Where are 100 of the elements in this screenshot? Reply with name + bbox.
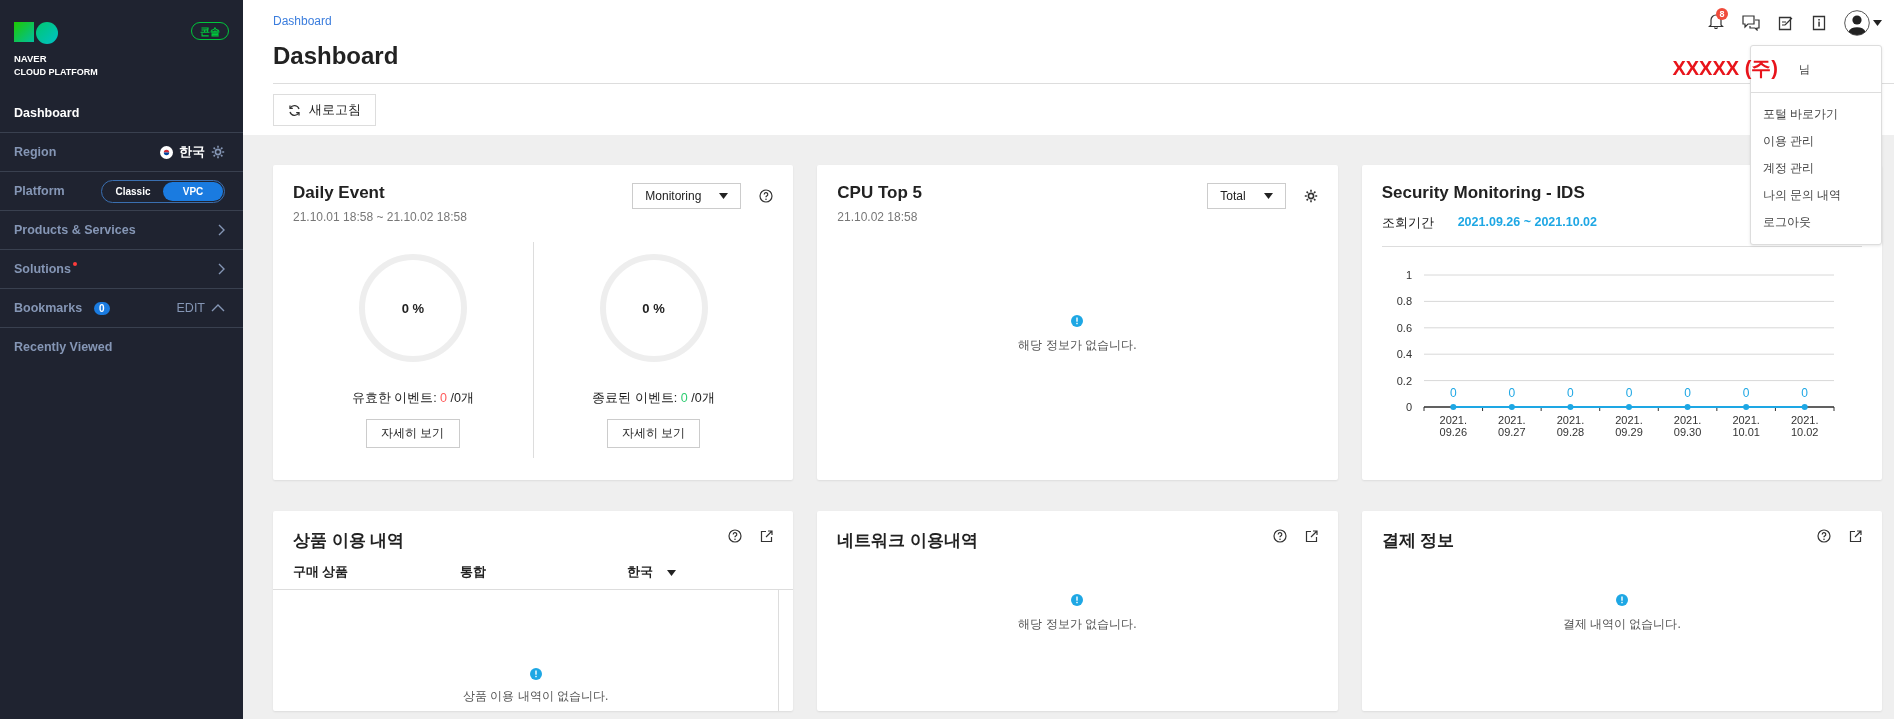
x-tick-label: 2021.09.30: [1673, 414, 1701, 438]
refresh-icon: [288, 103, 301, 117]
caret-icon: [719, 193, 729, 199]
data-label: 0: [1742, 386, 1750, 400]
region-value[interactable]: 한국: [179, 143, 205, 161]
x-tick-label: 2021.10.01: [1732, 414, 1760, 438]
info-icon: [1615, 594, 1628, 606]
card-title: 결제 정보: [1381, 530, 1455, 552]
y-tick-label: 1: [1405, 269, 1412, 281]
data-point: [1625, 404, 1632, 410]
info-icon: [1071, 314, 1084, 327]
bell-icon[interactable]: [1708, 13, 1724, 29]
card-title: 상품 이용 내역: [293, 530, 405, 552]
honorific-text: 님: [1799, 61, 1810, 77]
nav-item[interactable]: Bookmarks: [14, 301, 83, 315]
data-label: 0: [1566, 386, 1574, 400]
chat-icon[interactable]: [1742, 15, 1760, 31]
card-title: Security Monitoring - IDS: [1381, 183, 1585, 203]
logo-subtext: CLOUD PLATFORM: [14, 67, 98, 77]
gauge-value: 0 %: [642, 300, 665, 316]
column-header: 통합: [459, 564, 487, 581]
external-link-icon[interactable]: [1304, 529, 1318, 543]
x-tick-label: 2021.09.28: [1556, 414, 1584, 438]
help-icon[interactable]: [759, 189, 774, 203]
column-header: 구매 상품: [293, 564, 350, 581]
card-title: 네트워크 이용내역: [837, 530, 979, 552]
data-point: [1567, 404, 1574, 410]
help-icon[interactable]: [1272, 529, 1287, 543]
dropdown-caret-icon: [1873, 20, 1882, 26]
user-name: XXXXX (주): [1672, 56, 1778, 80]
external-link-icon[interactable]: [1849, 529, 1862, 543]
period-range: 2021.09.26 ~ 2021.10.02: [1457, 215, 1598, 231]
menu-item[interactable]: 이용 관리: [1751, 128, 1881, 155]
card-title: Daily Event: [293, 183, 386, 203]
caret-icon: [1263, 193, 1273, 199]
data-point: [1508, 404, 1515, 410]
count-badge: 0: [94, 301, 110, 315]
gauge-value: 0 %: [401, 300, 425, 316]
data-label: 0: [1801, 386, 1808, 400]
x-tick-label: 2021.09.26: [1439, 414, 1467, 438]
info-book-icon[interactable]: [1812, 15, 1826, 31]
breadcrumb-link[interactable]: Dashboard: [273, 14, 332, 28]
chevron-up-icon[interactable]: [211, 304, 225, 312]
external-link-icon[interactable]: [760, 529, 774, 543]
edit-link[interactable]: EDIT: [176, 301, 205, 315]
menu-item[interactable]: 계정 관리: [1751, 155, 1881, 182]
empty-message: 결제 내역이 없습니다.: [1562, 616, 1681, 633]
platform-label: Platform: [14, 184, 65, 198]
y-tick-label: 0: [1405, 401, 1412, 413]
nav-item[interactable]: Products & Services: [14, 223, 136, 237]
platform-option[interactable]: Classic: [103, 181, 163, 201]
settings-icon[interactable]: [1303, 189, 1318, 203]
chevron-right-icon: [218, 263, 225, 275]
region-label: Region: [14, 145, 57, 159]
nav-item[interactable]: Solutions: [14, 262, 77, 276]
period-label: 조회기간: [1381, 215, 1434, 232]
logo-icon: [14, 22, 58, 44]
data-point: [1801, 404, 1808, 410]
filter-dropdown[interactable]: Total: [1207, 183, 1286, 209]
nav-item[interactable]: Dashboard: [14, 106, 80, 120]
help-icon[interactable]: [1817, 529, 1831, 543]
data-label: 0: [1683, 386, 1691, 400]
details-button[interactable]: 자세히 보기: [366, 419, 460, 448]
menu-item[interactable]: 로그아웃: [1751, 209, 1881, 236]
data-point: [1742, 404, 1749, 410]
avatar-icon[interactable]: [1844, 10, 1870, 36]
empty-message: 해당 정보가 없습니다.: [1018, 616, 1137, 633]
help-icon[interactable]: [728, 529, 743, 543]
refresh-button[interactable]: 새로고침: [273, 94, 376, 126]
x-tick-label: 2021.10.02: [1790, 414, 1819, 438]
region-dropdown[interactable]: 한국: [626, 564, 676, 581]
caret-icon: [666, 569, 676, 576]
data-label: 0: [1625, 386, 1632, 400]
data-point: [1684, 404, 1691, 410]
filter-dropdown[interactable]: Monitoring: [632, 183, 742, 209]
timestamp-text: 21.10.01 18:58 ~ 21.10.02 18:58: [293, 210, 467, 224]
info-icon: [529, 668, 542, 680]
nav-item[interactable]: Recently Viewed: [14, 340, 113, 354]
x-tick-label: 2021.09.27: [1497, 414, 1526, 438]
chevron-right-icon: [218, 224, 225, 236]
empty-message: 상품 이용 내역이 없습니다.: [463, 688, 609, 705]
flag-icon: [160, 145, 173, 159]
menu-item[interactable]: 포털 바로가기: [1751, 101, 1881, 128]
y-tick-label: 0.8: [1396, 295, 1412, 308]
platform-option[interactable]: VPC: [163, 181, 223, 201]
info-icon: [1071, 594, 1084, 606]
page-title: Dashboard: [273, 42, 399, 70]
event-count-text: 종료된 이벤트: 0 /0개: [592, 390, 715, 407]
timestamp-text: 21.10.02 18:58: [837, 210, 919, 224]
menu-item[interactable]: 나의 문의 내역: [1751, 182, 1881, 209]
y-tick-label: 0.6: [1396, 321, 1412, 334]
card-title: CPU Top 5: [837, 183, 922, 203]
memo-icon[interactable]: [1778, 15, 1794, 31]
y-tick-label: 0.4: [1396, 348, 1412, 361]
data-label: 0: [1508, 386, 1515, 400]
details-button[interactable]: 자세히 보기: [606, 419, 701, 448]
platform-toggle[interactable]: Classic VPC: [101, 179, 225, 203]
y-tick-label: 0.2: [1396, 374, 1412, 387]
settings-icon[interactable]: [211, 145, 225, 159]
x-tick-label: 2021.09.29: [1614, 414, 1643, 438]
